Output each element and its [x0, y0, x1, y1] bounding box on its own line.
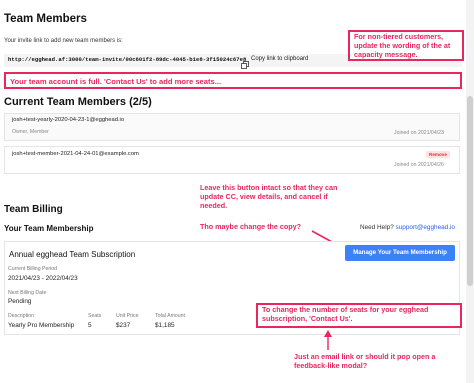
annotation-arrow-seats	[0, 0, 474, 383]
scrollbar-thumb[interactable]	[467, 96, 473, 286]
